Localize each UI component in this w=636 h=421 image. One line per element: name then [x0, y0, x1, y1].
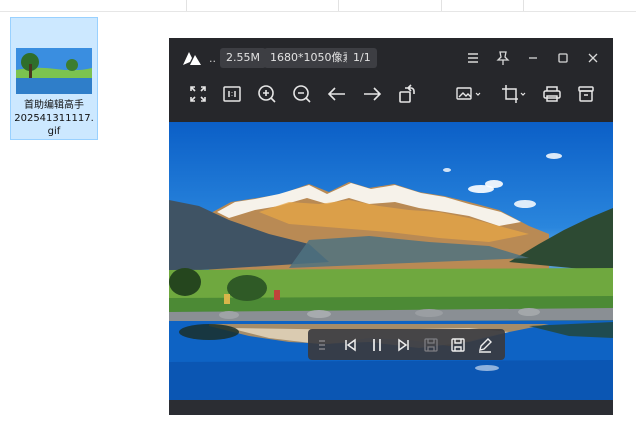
edit-icon[interactable]	[475, 335, 495, 355]
save-icon[interactable]	[448, 335, 468, 355]
maximize-icon[interactable]	[553, 48, 573, 68]
desktop-file-gif[interactable]: 首助编辑高手 202541311117. gif	[10, 17, 98, 140]
zoom-out-icon[interactable]	[290, 82, 314, 106]
column-divider	[186, 0, 187, 11]
save-frame-icon[interactable]	[421, 335, 441, 355]
fullscreen-icon[interactable]	[186, 82, 210, 106]
next-arrow-icon[interactable]	[360, 82, 384, 106]
pause-icon[interactable]	[367, 335, 387, 355]
column-divider	[523, 0, 524, 11]
column-divider	[338, 0, 339, 11]
pin-icon[interactable]	[493, 48, 513, 68]
file-name-line: 首助编辑高手	[24, 100, 84, 111]
rotate-icon[interactable]	[395, 82, 419, 106]
gif-playback-bar	[308, 329, 505, 360]
archive-icon[interactable]	[574, 82, 598, 106]
explorer-top-strip	[0, 0, 636, 12]
file-name-label: 首助编辑高手 202541311117. gif	[11, 99, 97, 138]
zoom-in-icon[interactable]	[255, 82, 279, 106]
menu-icon[interactable]	[463, 48, 483, 68]
resolution-badge: 1680*1050像素	[264, 48, 360, 68]
drag-handle-icon[interactable]	[316, 335, 328, 355]
close-icon[interactable]	[583, 48, 603, 68]
file-name-line: gif	[47, 126, 61, 137]
column-divider	[441, 0, 442, 11]
more-dots[interactable]: ..	[209, 52, 216, 65]
crop-icon[interactable]	[499, 82, 529, 106]
file-name-line: 202541311117.	[14, 113, 94, 124]
file-thumbnail	[16, 48, 92, 94]
viewer-bottom-band	[169, 400, 613, 415]
previous-arrow-icon[interactable]	[325, 82, 349, 106]
image-tools-icon[interactable]	[454, 82, 484, 106]
first-frame-icon[interactable]	[340, 335, 360, 355]
actual-size-icon[interactable]	[220, 82, 244, 106]
viewer-titlebar[interactable]: .. 2.55M 1680*1050像素 1/1	[169, 38, 613, 78]
print-icon[interactable]	[540, 82, 564, 106]
last-frame-icon[interactable]	[394, 335, 414, 355]
minimize-icon[interactable]	[523, 48, 543, 68]
file-size-badge: 2.55M	[220, 48, 266, 68]
image-viewer-window[interactable]: .. 2.55M 1680*1050像素 1/1	[169, 38, 613, 415]
page-counter-badge: 1/1	[347, 48, 377, 68]
viewer-toolbar	[169, 78, 613, 122]
app-logo-icon	[182, 50, 202, 66]
